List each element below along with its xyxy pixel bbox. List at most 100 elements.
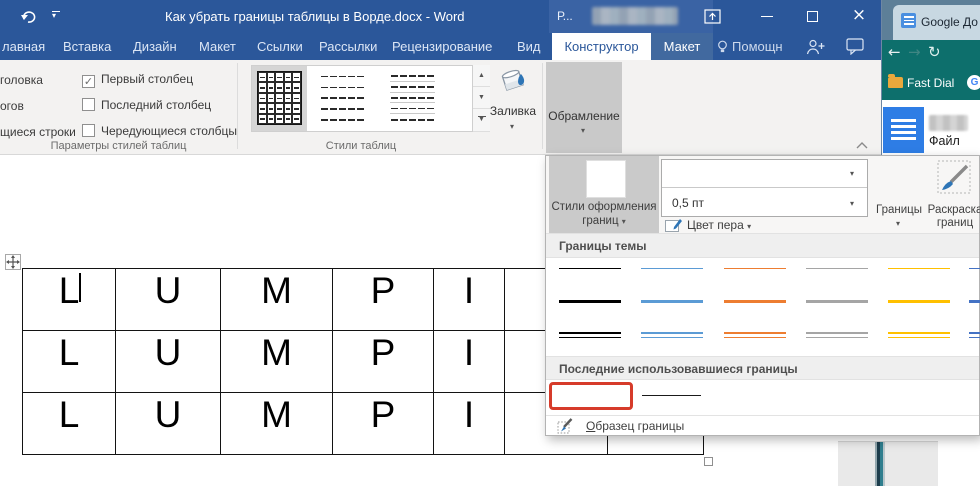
redo-icon[interactable]: [20, 8, 38, 25]
theme-border-sample-thin[interactable]: [888, 268, 950, 269]
red-highlight-annotation: [549, 382, 633, 410]
forward-icon[interactable]: →: [908, 43, 921, 61]
line-weight-combobox[interactable]: 0,5 пт: [672, 196, 704, 210]
theme-border-sample-thick[interactable]: [888, 300, 950, 303]
table-cell[interactable]: I: [434, 331, 505, 393]
tab-table-layout[interactable]: Макет: [651, 33, 713, 60]
share-person-icon[interactable]: [806, 38, 826, 56]
docs-menu-icon[interactable]: [883, 107, 924, 153]
table-cell[interactable]: M: [221, 331, 333, 393]
google-docs-icon: [901, 13, 916, 28]
docs-file-menu[interactable]: Файл: [929, 134, 960, 148]
table-style-thumbnail-1[interactable]: [257, 71, 302, 125]
word-title-bar: ▾ Как убрать границы таблицы в Ворде.doc…: [0, 0, 882, 33]
tab-home-partial[interactable]: лавная: [2, 33, 45, 60]
checkbox-checked[interactable]: ✓: [82, 75, 95, 88]
shading-button[interactable]: Заливка ▾: [487, 62, 539, 152]
table-cell[interactable]: P: [333, 393, 434, 455]
bookmark-label[interactable]: Fast Dial: [907, 76, 954, 90]
theme-border-sample-double[interactable]: [969, 332, 980, 338]
theme-border-sample-thick[interactable]: [806, 300, 868, 303]
table-cell[interactable]: M: [221, 269, 333, 331]
tab-view[interactable]: Вид: [517, 33, 541, 60]
maximize-button[interactable]: [793, 0, 833, 33]
checkbox-unchecked[interactable]: [82, 98, 95, 111]
assistant-bulb-icon: [717, 40, 728, 54]
theme-border-sample-double[interactable]: [888, 332, 950, 338]
table-move-handle[interactable]: [5, 254, 21, 270]
theme-border-sample-thin[interactable]: [724, 268, 786, 269]
ribbon-display-options-icon[interactable]: [704, 9, 721, 25]
weight-dropdown-arrow[interactable]: ▾: [850, 199, 854, 208]
recent-borders-header: Последние использовавшиеся границы: [546, 356, 979, 380]
recent-border-thin[interactable]: [642, 395, 701, 396]
table-cell[interactable]: I: [434, 393, 505, 455]
tab-mailings[interactable]: Рассылки: [319, 33, 377, 60]
theme-border-sample-thin[interactable]: [806, 268, 868, 269]
pen-color-button[interactable]: Цвет пера ▾: [687, 218, 751, 232]
close-button[interactable]: ×: [838, 0, 880, 33]
tab-assistant[interactable]: Помощн: [717, 33, 783, 60]
table-cell[interactable]: U: [116, 331, 221, 393]
borders-picker-button[interactable]: Границы ▾: [873, 156, 925, 233]
flyout-controls-section: Стили оформления границ ▾ ▾ 0,5 пт ▾: [546, 156, 979, 233]
table-style-thumbnail-2[interactable]: [320, 71, 365, 125]
window-edge-stripe: [875, 442, 885, 486]
theme-border-sample-thin[interactable]: [969, 268, 980, 269]
bookmark-folder-icon[interactable]: [888, 77, 903, 88]
style-option-checkbox-row[interactable]: Чередующиеся столбцы: [82, 122, 237, 138]
browser-tab-title: Google До: [921, 15, 978, 29]
collapse-ribbon-chevron-icon[interactable]: [855, 141, 869, 150]
refresh-icon[interactable]: ↻: [928, 43, 941, 61]
theme-border-sample-thin[interactable]: [641, 268, 703, 269]
browser-toolbar: ← → ↻ Fast Dial G: [882, 40, 980, 100]
table-style-thumbnail-3[interactable]: [390, 71, 435, 125]
theme-border-sample-double[interactable]: [559, 332, 621, 338]
tab-design[interactable]: Дизайн: [133, 33, 177, 60]
theme-border-sample-double[interactable]: [806, 332, 868, 338]
table-cell[interactable]: U: [116, 269, 221, 331]
table-resize-handle[interactable]: [704, 457, 713, 466]
borders-group-button[interactable]: Обрамление ▾: [546, 62, 622, 153]
checkbox-unchecked[interactable]: [82, 124, 95, 137]
back-icon[interactable]: ←: [888, 43, 901, 61]
style-option-checkbox-row[interactable]: Последний столбец: [82, 96, 211, 112]
tab-review[interactable]: Рецензирование: [392, 33, 492, 60]
theme-border-sample-double[interactable]: [724, 332, 786, 338]
table-cell[interactable]: L: [23, 331, 116, 393]
style-option-checkbox-row[interactable]: ✓Первый столбец: [82, 70, 193, 86]
qat-customize-icon[interactable]: ▾: [52, 11, 60, 19]
table-cell[interactable]: P: [333, 269, 434, 331]
window-edge: [881, 0, 882, 155]
line-controls: ▾ 0,5 пт ▾: [661, 159, 868, 217]
comments-icon[interactable]: [846, 38, 865, 55]
theme-border-sample-double[interactable]: [641, 332, 703, 338]
theme-border-sample-thick[interactable]: [641, 300, 703, 303]
table-cell[interactable]: L: [23, 393, 116, 455]
table-cell[interactable]: L: [23, 269, 116, 331]
borders-flyout: Стили оформления границ ▾ ▾ 0,5 пт ▾: [545, 155, 980, 436]
border-sampler-menu-item[interactable]: Образец границы: [546, 417, 979, 436]
tab-insert[interactable]: Вставка: [63, 33, 111, 60]
cut-checkbox-label: огов: [0, 99, 24, 113]
group-separator: [237, 63, 238, 149]
border-styles-button[interactable]: Стили оформления границ ▾: [549, 156, 659, 233]
border-painter-button[interactable]: Раскраска границ: [929, 156, 980, 233]
theme-border-sample-thick[interactable]: [969, 300, 980, 303]
checkbox-label: Чередующиеся столбцы: [101, 124, 237, 138]
table-cell[interactable]: M: [221, 393, 333, 455]
minimize-button[interactable]: [748, 0, 788, 33]
line-style-combobox[interactable]: ▾: [662, 160, 867, 188]
table-cell[interactable]: P: [333, 331, 434, 393]
table-cell[interactable]: I: [434, 269, 505, 331]
theme-border-sample-thin[interactable]: [559, 268, 621, 269]
border-painter-icon: [937, 160, 975, 198]
theme-border-sample-thick[interactable]: [724, 300, 786, 303]
tab-layout[interactable]: Макет: [199, 33, 236, 60]
theme-border-sample-thick[interactable]: [559, 300, 621, 303]
browser-tab[interactable]: Google До: [893, 5, 980, 40]
tab-table-design[interactable]: Конструктор: [552, 33, 651, 60]
cut-checkbox-label: головка: [0, 73, 43, 87]
tab-references[interactable]: Ссылки: [257, 33, 303, 60]
table-cell[interactable]: U: [116, 393, 221, 455]
